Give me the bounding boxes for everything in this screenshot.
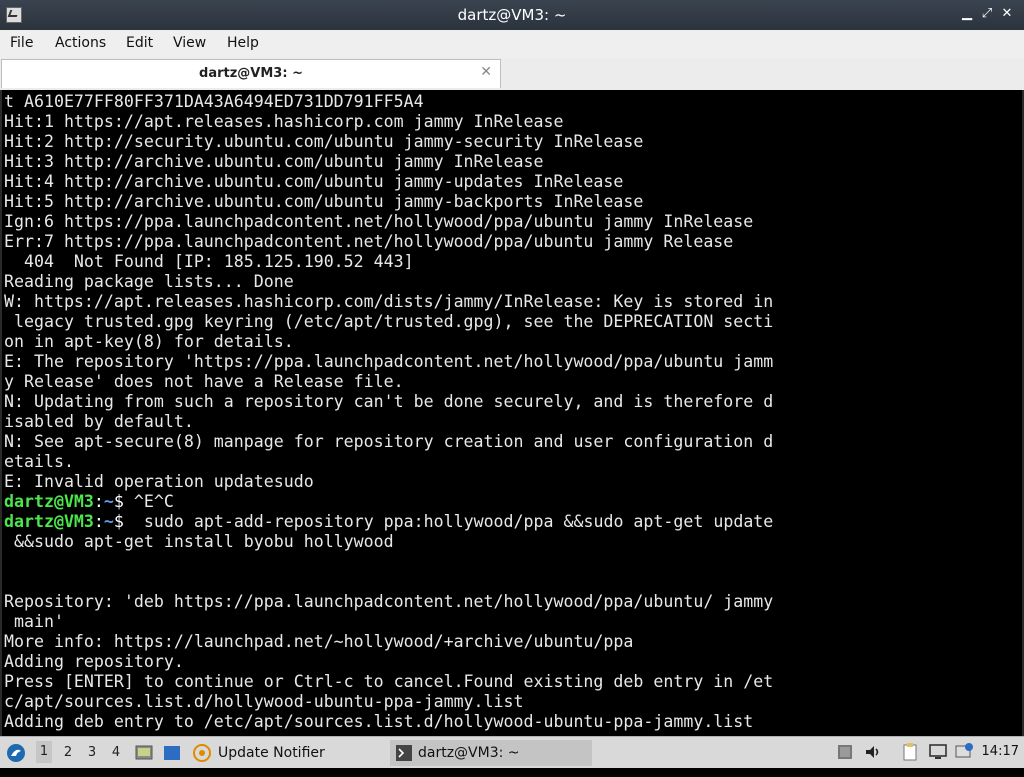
tab-terminal[interactable]: dartz@VM3: ~ ✕	[1, 59, 501, 88]
menu-help[interactable]: Help	[227, 35, 259, 51]
workspace-4[interactable]: 4	[108, 745, 124, 777]
prompt-symbol: $	[113, 512, 124, 531]
tab-close-icon[interactable]: ✕	[480, 64, 492, 80]
menu-view[interactable]: View	[173, 35, 206, 51]
terminal-line: y Release' does not have a Release file.	[4, 372, 404, 391]
clock[interactable]: 14:17	[982, 744, 1019, 759]
taskbar: 1 2 3 4 Update Notifier dartz@VM3: ~ 14:…	[0, 736, 1024, 768]
prompt-symbol: $	[113, 492, 124, 511]
window-titlebar[interactable]: dartz@VM3: ~ ▁ ⤢ ✕	[0, 0, 1024, 30]
notification-icon[interactable]	[954, 742, 974, 762]
workspace-1[interactable]: 1	[36, 741, 52, 763]
terminal-line: Repository: 'deb https://ppa.launchpadco…	[4, 592, 774, 611]
terminal-line: Reading package lists... Done	[4, 272, 294, 291]
terminal-line: E: Invalid operation updatesudo	[4, 472, 314, 491]
terminal-line: c/apt/sources.list.d/hollywood-ubuntu-pp…	[4, 692, 524, 711]
task-terminal[interactable]: dartz@VM3: ~	[390, 740, 592, 766]
tab-bar: dartz@VM3: ~ ✕	[0, 58, 1024, 90]
terminal-output: t A610E77FF80FF371DA43A6494ED731DD791FF5…	[4, 92, 1022, 732]
terminal-line: N: See apt-secure(8) manpage for reposit…	[4, 432, 774, 451]
terminal-line: isabled by default.	[4, 412, 194, 431]
terminal-line: dartz@VM3:~$ ^E^C	[4, 492, 1022, 512]
prompt-user: dartz@VM3	[4, 492, 94, 511]
show-desktop-icon[interactable]	[134, 743, 154, 763]
terminal-line: Err:7 https://ppa.launchpadcontent.net/h…	[4, 232, 734, 251]
minimize-button[interactable]: ▁	[959, 6, 975, 22]
terminal-line: E: The repository 'https://ppa.launchpad…	[4, 352, 774, 371]
terminal-view[interactable]: t A610E77FF80FF371DA43A6494ED731DD791FF5…	[0, 90, 1024, 736]
start-menu-icon[interactable]	[6, 743, 26, 763]
terminal-line: Press [ENTER] to continue or Ctrl-c to c…	[4, 672, 774, 691]
workspace-2[interactable]: 2	[60, 745, 76, 777]
update-notifier-icon	[193, 744, 211, 762]
maximize-button[interactable]: ⤢	[979, 6, 995, 22]
terminal-line: Adding deb entry to /etc/apt/sources.lis…	[4, 712, 754, 731]
terminal-line: Adding repository.	[4, 652, 184, 671]
prompt-path: ~	[103, 512, 114, 531]
prompt-colon: :	[93, 492, 104, 511]
command-text: ^E^C	[123, 492, 174, 511]
terminal-line: Hit:4 http://archive.ubuntu.com/ubuntu j…	[4, 172, 624, 191]
menu-bar: File Actions Edit View Help	[0, 30, 1024, 58]
window-title: dartz@VM3: ~	[457, 6, 567, 24]
task-update-notifier[interactable]: Update Notifier	[192, 740, 382, 766]
terminal-line: Hit:5 http://archive.ubuntu.com/ubuntu j…	[4, 192, 644, 211]
volume-icon[interactable]	[863, 742, 883, 762]
prompt-colon: :	[93, 512, 104, 531]
terminal-line: More info: https://launchpad.net/~hollyw…	[4, 632, 634, 651]
terminal-icon	[396, 745, 412, 761]
file-manager-icon[interactable]	[162, 743, 182, 763]
terminal-line: &&sudo apt-get install byobu hollywood	[4, 532, 394, 551]
terminal-line: etails.	[4, 452, 74, 471]
terminal-line: dartz@VM3:~$ sudo apt-add-repository ppa…	[4, 512, 1022, 532]
terminal-line: Ign:6 https://ppa.launchpadcontent.net/h…	[4, 212, 754, 231]
terminal-line: Hit:2 http://security.ubuntu.com/ubuntu …	[4, 132, 644, 151]
task-label: Update Notifier	[218, 745, 325, 761]
terminal-line: legacy trusted.gpg keyring (/etc/apt/tru…	[4, 312, 774, 331]
terminal-line: on in apt-key(8) for details.	[4, 332, 294, 351]
terminal-line: N: Updating from such a repository can't…	[4, 392, 774, 411]
terminal-line: main'	[4, 612, 64, 631]
terminal-line: Hit:3 http://archive.ubuntu.com/ubuntu j…	[4, 152, 544, 171]
network-icon[interactable]	[835, 742, 855, 762]
clipboard-icon[interactable]	[900, 742, 920, 762]
menu-edit[interactable]: Edit	[126, 35, 153, 51]
close-window-button[interactable]: ✕	[999, 6, 1015, 22]
terminal-line: Hit:1 https://apt.releases.hashicorp.com…	[4, 112, 564, 131]
workspace-3[interactable]: 3	[84, 745, 100, 777]
menu-file[interactable]: File	[10, 35, 33, 51]
terminal-line: 404 Not Found [IP: 185.125.190.52 443]	[4, 252, 414, 271]
monitor-icon[interactable]	[928, 742, 948, 762]
prompt-user: dartz@VM3	[4, 512, 94, 531]
command-text: sudo apt-add-repository ppa:hollywood/pp…	[123, 512, 774, 531]
terminal-line: W: https://apt.releases.hashicorp.com/di…	[4, 292, 774, 311]
terminal-line: t A610E77FF80FF371DA43A6494ED731DD791FF5…	[4, 92, 424, 111]
menu-actions[interactable]: Actions	[55, 35, 106, 51]
tab-label: dartz@VM3: ~	[199, 66, 303, 81]
prompt-path: ~	[103, 492, 114, 511]
task-label: dartz@VM3: ~	[418, 745, 520, 761]
